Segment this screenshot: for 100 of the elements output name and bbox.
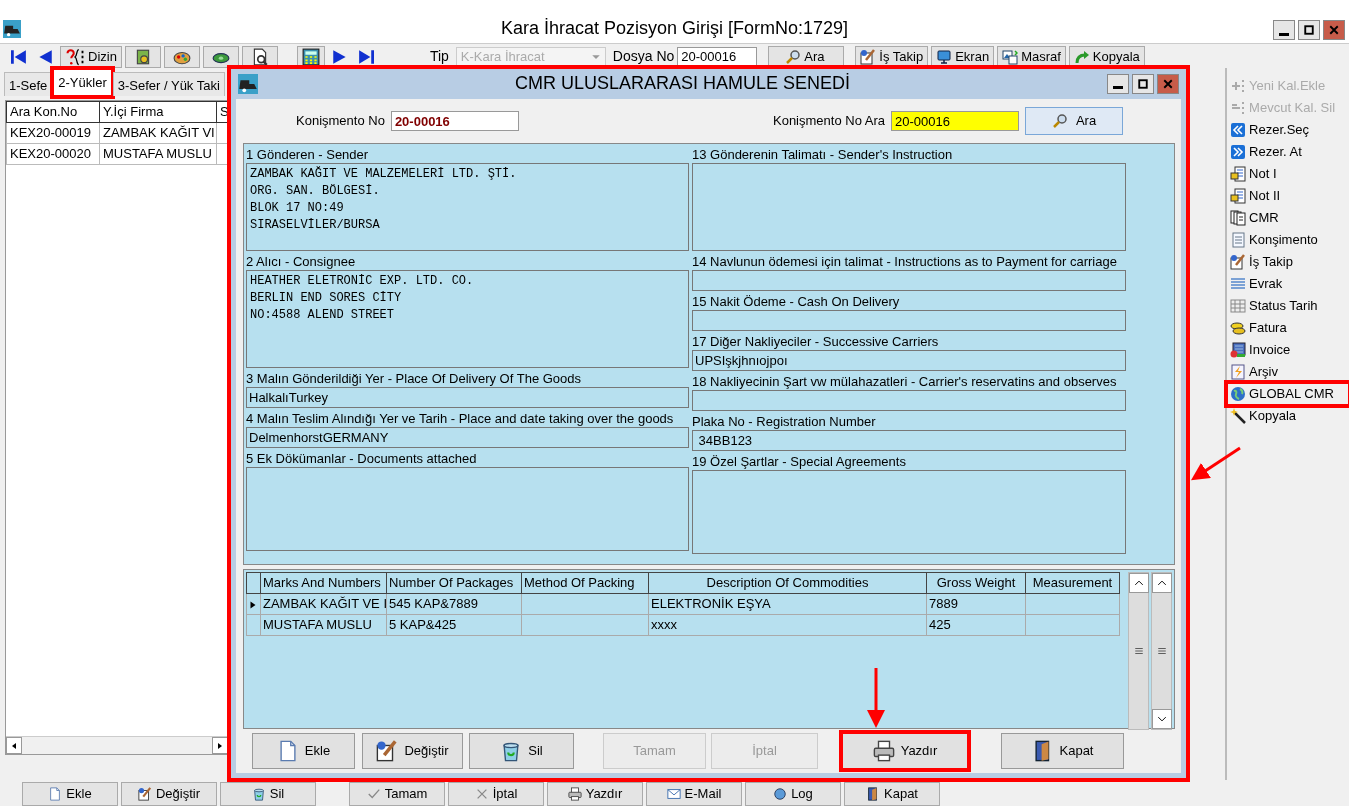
sidebar-item[interactable]: CMR xyxy=(1227,207,1349,229)
sidebar-item[interactable]: Konşimento xyxy=(1227,229,1349,251)
sidebar-item[interactable]: GLOBAL CMR xyxy=(1227,383,1349,405)
sidebar-item[interactable]: Not II xyxy=(1227,185,1349,207)
note-icon xyxy=(1230,188,1247,204)
scroll-right-button[interactable] xyxy=(212,737,228,754)
tab[interactable]: 3-Sefer / Yük Taki xyxy=(112,72,225,96)
text-area[interactable]: HEATHER ELETRONİC EXP. LTD. CO. BERLIN END SORES CİTY NO:4588 ALEND STREET xyxy=(246,270,689,368)
bill-number-field[interactable]: 20-00016 xyxy=(390,111,519,131)
dialog-button[interactable]: Yazdır xyxy=(842,733,968,769)
pen-icon xyxy=(1230,254,1247,270)
close-button[interactable] xyxy=(1157,73,1179,94)
text-area[interactable] xyxy=(692,470,1126,554)
text-area[interactable] xyxy=(246,467,689,551)
input-field[interactable]: 34BB123 xyxy=(692,430,1126,451)
sidebar-item[interactable]: Kopyala xyxy=(1227,405,1349,427)
grid-icon xyxy=(1230,298,1247,314)
sidebar-item[interactable]: Invoice xyxy=(1227,339,1349,361)
search-button[interactable]: Ara xyxy=(768,45,845,68)
sidebar-item[interactable]: Fatura xyxy=(1227,317,1349,339)
tab[interactable]: 2-Yükler xyxy=(53,69,112,96)
toolbar-button[interactable]: Ekle xyxy=(22,782,118,806)
sidebar-item[interactable]: Evrak xyxy=(1227,273,1349,295)
file-number-field[interactable]: 20-00016 xyxy=(677,46,758,67)
table-cell: MUSTAFA MUSLU xyxy=(260,614,387,636)
scrollbar[interactable] xyxy=(1151,572,1172,730)
minimize-icon xyxy=(1113,86,1123,89)
toolbar-button[interactable] xyxy=(124,45,161,68)
column-header: Measurement xyxy=(1025,572,1120,594)
sidebar-item[interactable]: Arşiv xyxy=(1227,361,1349,383)
input-field[interactable]: HalkalıTurkey xyxy=(246,387,689,408)
toolbar-button[interactable]: Kopyala xyxy=(1068,45,1145,68)
toolbar-button[interactable]: Masraf xyxy=(997,45,1066,68)
truck-icon xyxy=(238,73,258,94)
input-field[interactable] xyxy=(692,390,1126,411)
sidebar-item[interactable]: İş Takip xyxy=(1227,251,1349,273)
right-arrow-icon xyxy=(216,741,224,750)
toolbar-button[interactable] xyxy=(202,45,239,68)
input-field[interactable]: DelmenhorstGERMANY xyxy=(246,427,689,448)
scroll-up-button[interactable] xyxy=(1151,573,1172,593)
toolbar-button[interactable] xyxy=(163,45,200,68)
envelope-icon xyxy=(666,787,681,801)
input-field[interactable] xyxy=(692,270,1126,291)
dialog-button[interactable]: Değiştir xyxy=(362,733,463,769)
tab[interactable]: 1-Sefe xyxy=(4,72,53,96)
calculator-button[interactable] xyxy=(296,45,325,68)
sidebar-item[interactable]: Status Tarih xyxy=(1227,295,1349,317)
maximize-button[interactable] xyxy=(1298,20,1320,40)
toolbar-button[interactable]: E-Mail xyxy=(646,782,742,806)
double-left-icon xyxy=(1230,122,1247,138)
toolbar-button[interactable]: Tamam xyxy=(349,782,445,806)
sidebar-item[interactable]: Rezer. At xyxy=(1227,141,1349,163)
close-button[interactable] xyxy=(1323,20,1345,40)
scrollbar[interactable] xyxy=(1128,572,1149,730)
search-field[interactable]: 20-00016 xyxy=(891,111,1019,131)
sidebar-item[interactable]: Not I xyxy=(1227,163,1349,185)
toolbar-button[interactable]: Sil xyxy=(220,782,316,806)
maximize-button[interactable] xyxy=(1132,73,1154,94)
search-icon xyxy=(1051,113,1068,129)
field-label: 1 Gönderen - Sender xyxy=(246,146,370,163)
wand-icon xyxy=(1230,408,1247,424)
column-header: Marks And Numbers xyxy=(260,572,387,594)
column-header: Method Of Packing xyxy=(521,572,649,594)
text-area[interactable] xyxy=(692,163,1126,251)
dialog-button[interactable]: Ekle xyxy=(252,733,355,769)
document-icon xyxy=(1230,232,1247,248)
text-area[interactable]: ZAMBAK KAĞIT VE MALZEMELERİ LTD. ŞTİ. ORG. SAN. BÖLGESİ. BLOK 17 NO:49 SIRASELVİLER/BURSA xyxy=(246,163,689,251)
toolbar-button[interactable]: İş Takip xyxy=(855,45,929,68)
search-button[interactable]: Ara xyxy=(1025,107,1123,135)
minimize-button[interactable] xyxy=(1107,73,1129,94)
toolbar-button[interactable]: Ekran xyxy=(931,45,995,68)
images-icon xyxy=(1002,48,1019,65)
scroll-left-button[interactable] xyxy=(6,737,22,754)
input-field[interactable] xyxy=(692,310,1126,331)
toolbar-button[interactable]: Log xyxy=(745,782,841,806)
index-button[interactable]: Dizin xyxy=(60,45,122,68)
field-label: Dosya No xyxy=(612,47,675,66)
toolbar-button[interactable]: Kapat xyxy=(844,782,940,806)
column-header: Description Of Commodities xyxy=(648,572,927,594)
sidebar-item[interactable]: Rezer.Seç xyxy=(1227,119,1349,141)
redo-icon xyxy=(1073,48,1090,65)
printer-icon xyxy=(567,787,582,801)
toolbar-button[interactable] xyxy=(241,45,278,68)
minimize-icon xyxy=(1279,32,1289,36)
scroll-up-button[interactable] xyxy=(1128,573,1149,593)
toolbar-button[interactable]: Değiştir xyxy=(121,782,217,806)
table-cell: 7889 xyxy=(926,593,1026,615)
scroll-down-button[interactable] xyxy=(1151,709,1172,729)
toolbar-button[interactable]: İptal xyxy=(448,782,544,806)
input-field[interactable]: UPSIşkjhnıojpoı xyxy=(692,350,1126,371)
check-icon xyxy=(366,787,381,801)
table-cell: 5 KAP&425 xyxy=(386,614,522,636)
list-icon xyxy=(1230,276,1247,292)
minimize-button[interactable] xyxy=(1273,20,1295,40)
close-icon xyxy=(1328,24,1340,36)
dialog-button[interactable]: Sil xyxy=(469,733,574,769)
field-label: 17 Diğer Nakliyeciler - Successive Carriers xyxy=(692,333,940,350)
toolbar-button[interactable]: Yazdır xyxy=(547,782,643,806)
maximize-icon xyxy=(1137,77,1149,90)
dialog-button[interactable]: Kapat xyxy=(1001,733,1124,769)
